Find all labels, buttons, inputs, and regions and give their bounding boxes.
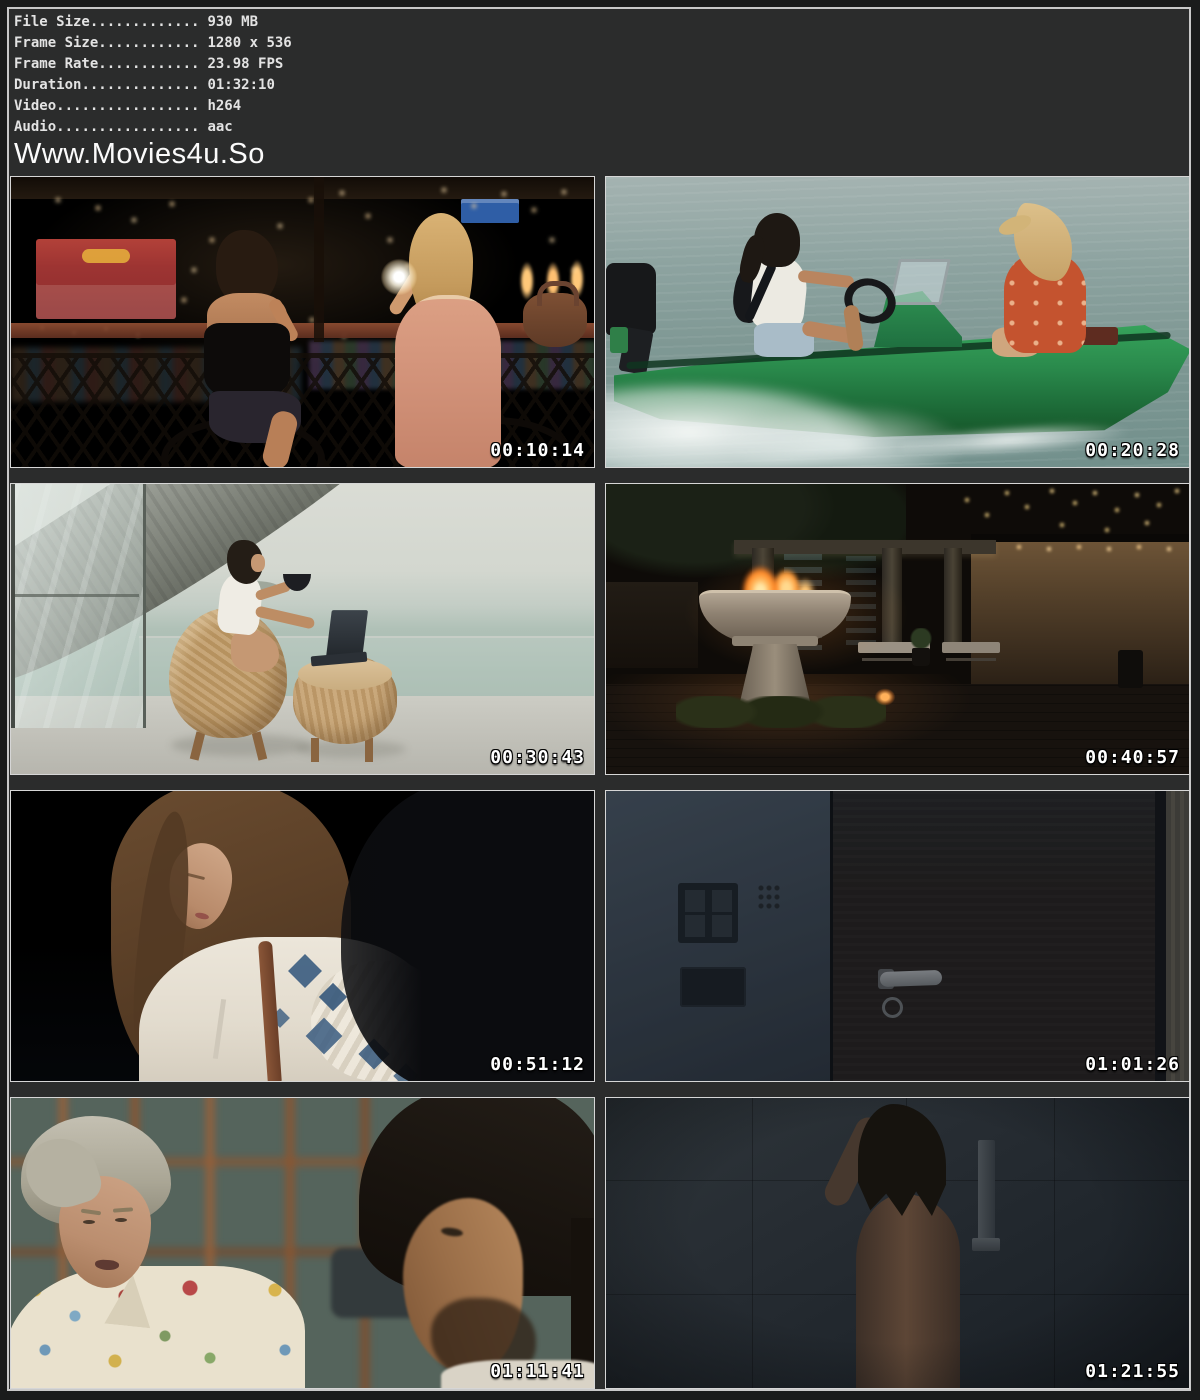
- table-leg: [311, 738, 319, 762]
- base-shrubs: [676, 696, 886, 728]
- foreground-silhouette: [341, 790, 595, 1082]
- laptop-screen: [326, 610, 368, 658]
- fairy-lights: [606, 484, 608, 486]
- table-leg: [365, 738, 373, 762]
- red-banner: [36, 239, 176, 319]
- info-row-duration: Duration.............. 01:32:10: [14, 75, 292, 96]
- leather-bag: [523, 293, 587, 347]
- info-label: Frame Rate: [14, 56, 98, 72]
- info-value: 23.98 FPS: [207, 56, 283, 72]
- outboard-motor: [606, 263, 656, 335]
- thumbnail-two-men: 01:11:41: [10, 1097, 595, 1389]
- floral-shirt: [10, 1266, 305, 1389]
- woman2-peach-dress: [395, 295, 501, 468]
- boat-windshield: [889, 259, 951, 305]
- info-dots: .................: [56, 119, 199, 135]
- info-row-frame-rate: Frame Rate............ 23.98 FPS: [14, 54, 292, 75]
- info-label: Frame Size: [14, 35, 98, 51]
- info-value: 1280 x 536: [207, 35, 291, 51]
- info-value: h264: [207, 98, 241, 114]
- thumbnail-woman-blouse: 00:51:12: [10, 790, 595, 1082]
- info-dots: ............: [98, 56, 199, 72]
- thumbnail-shower: 01:21:55: [605, 1097, 1190, 1389]
- string-lights: [11, 177, 13, 179]
- thumbnail-balcony-laptop: 00:30:43: [10, 483, 595, 775]
- info-value: 01:32:10: [207, 77, 274, 93]
- timestamp-overlay: 01:01:26: [1085, 1054, 1180, 1075]
- eye: [115, 1218, 127, 1222]
- info-dots: .................: [56, 98, 199, 114]
- glass-wall: [11, 484, 146, 728]
- info-label: Video: [14, 98, 56, 114]
- info-value: 930 MB: [207, 14, 258, 30]
- timestamp-overlay: 00:30:43: [490, 747, 585, 768]
- timestamp-overlay: 00:40:57: [1085, 747, 1180, 768]
- woman-face: [251, 554, 265, 572]
- thumbnail-night-market: 00:10:14: [10, 176, 595, 468]
- info-label: Duration: [14, 77, 81, 93]
- thumbnail-green-motorboat: 00:20:28: [605, 176, 1190, 468]
- phone-flash: [379, 257, 419, 297]
- info-dots: ..............: [81, 77, 199, 93]
- site-watermark: Www.Movies4u.So: [14, 139, 292, 170]
- small-flame-glint: [872, 688, 898, 706]
- bar-counter: [11, 323, 595, 338]
- timestamp-overlay: 01:11:41: [490, 1361, 585, 1382]
- blue-sign: [461, 199, 519, 223]
- thumbnail-dark-door: 01:01:26: [605, 790, 1190, 1082]
- info-dots: .............: [90, 14, 200, 30]
- preview-sheet-panel: File Size............. 930 MB Frame Size.…: [7, 7, 1191, 1391]
- thumbnail-fire-fountain: 00:40:57: [605, 483, 1190, 775]
- info-label: Audio: [14, 119, 56, 135]
- roof-beam: [11, 177, 595, 199]
- screenshot-grid: 00:10:14: [10, 176, 1190, 1389]
- timestamp-overlay: 01:21:55: [1085, 1361, 1180, 1382]
- info-dots: ............: [98, 35, 199, 51]
- info-row-file-size: File Size............. 930 MB: [14, 12, 292, 33]
- motor-bracket: [610, 327, 628, 353]
- dark-overlay: [606, 791, 1190, 1082]
- timestamp-overlay: 00:20:28: [1085, 440, 1180, 461]
- woman1-black-top: [204, 323, 290, 397]
- info-label: File Size: [14, 14, 90, 30]
- glass-wall-frame: [15, 594, 139, 597]
- dark-vignette: [606, 1098, 1190, 1389]
- info-value: aac: [207, 119, 232, 135]
- trash-bin: [1118, 650, 1143, 688]
- light-pole: [314, 177, 324, 342]
- timestamp-overlay: 00:51:12: [490, 1054, 585, 1075]
- eye: [83, 1220, 95, 1224]
- info-row-video: Video................. h264: [14, 96, 292, 117]
- timestamp-overlay: 00:10:14: [490, 440, 585, 461]
- info-row-audio: Audio................. aac: [14, 117, 292, 138]
- media-info-block: File Size............. 930 MB Frame Size.…: [14, 12, 292, 170]
- info-row-frame-size: Frame Size............ 1280 x 536: [14, 33, 292, 54]
